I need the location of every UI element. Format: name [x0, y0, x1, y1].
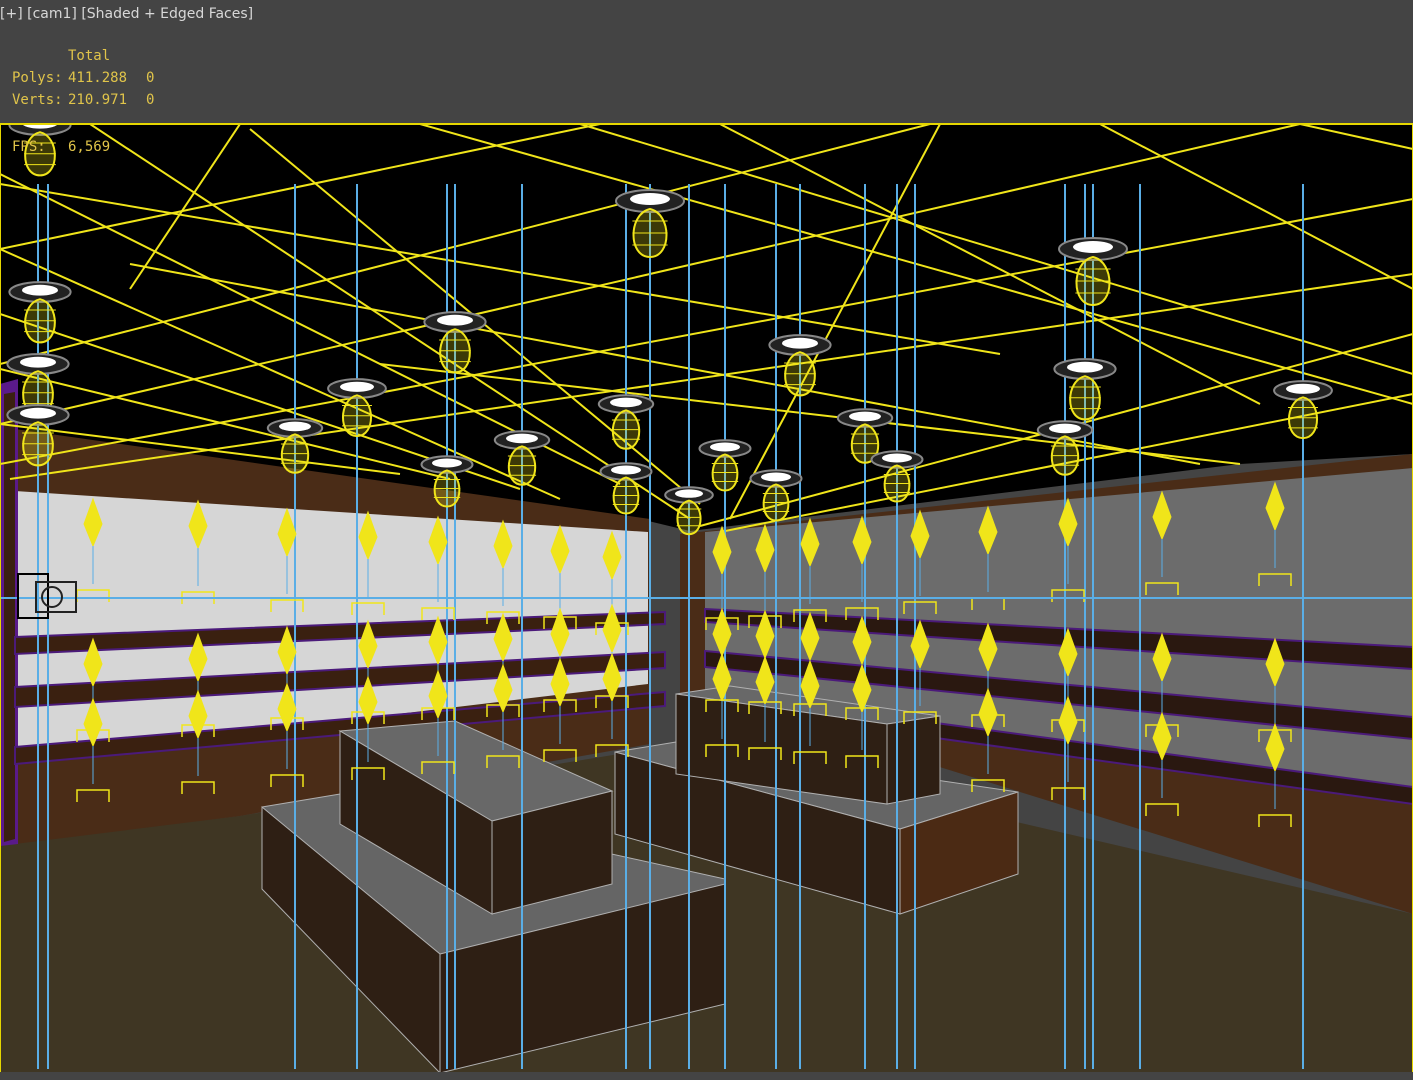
camera-menu-button[interactable]: [cam1] [27, 6, 77, 22]
verts-label: Verts: [12, 92, 63, 108]
viewport-bottom-bar [0, 1072, 1413, 1080]
stats-header-total: Total [68, 48, 111, 64]
polys-label: Polys: [12, 70, 63, 86]
viewport-label: [+] [cam1] [Shaded + Edged Faces] [0, 6, 253, 22]
fps-label: FPS: [12, 139, 46, 155]
fps-value: 6,569 [68, 139, 111, 155]
viewport-menu-button[interactable]: [+] [0, 6, 23, 22]
shading-menu-button[interactable]: [Shaded + Edged Faces] [81, 6, 253, 22]
polys-selected: 0 [146, 70, 155, 86]
verts-selected: 0 [146, 92, 155, 108]
viewport-canvas[interactable] [0, 123, 1413, 1073]
polys-total: 411.288 [68, 70, 128, 86]
verts-total: 210.971 [68, 92, 128, 108]
